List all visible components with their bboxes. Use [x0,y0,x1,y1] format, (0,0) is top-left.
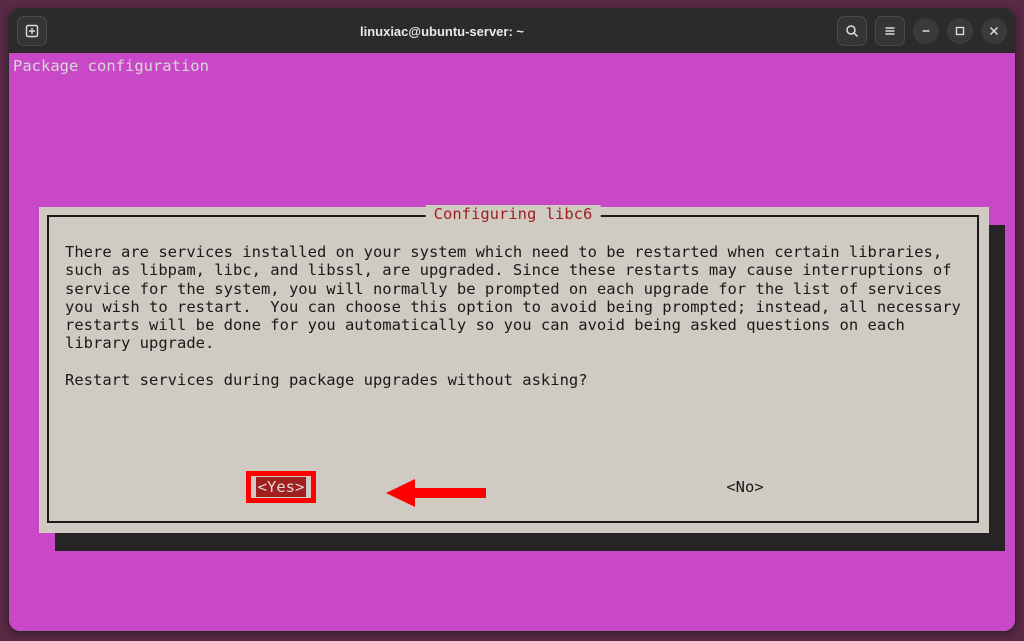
no-button[interactable]: <No> [726,477,763,497]
no-button-label: <No> [726,478,763,496]
dialog-button-row: <Yes> <No> [49,477,977,497]
maximize-button[interactable] [947,18,973,44]
dialog-question: Restart services during package upgrades… [49,359,977,389]
maximize-icon [955,26,965,36]
yes-button[interactable]: <Yes> [256,477,307,497]
new-tab-button[interactable] [17,16,47,46]
terminal-body[interactable]: Package configuration Configuring libc6 … [9,53,1015,631]
menu-button[interactable] [875,16,905,46]
close-button[interactable] [981,18,1007,44]
search-icon [845,24,859,38]
titlebar: linuxiac@ubuntu-server: ~ [9,9,1015,53]
new-tab-icon [25,24,39,38]
window-title: linuxiac@ubuntu-server: ~ [55,24,829,39]
debconf-dialog: Configuring libc6 There are services ins… [39,207,989,533]
package-configuration-header: Package configuration [9,53,1015,79]
terminal-window: linuxiac@ubuntu-server: ~ [8,8,1016,632]
hamburger-icon [883,24,897,38]
search-button[interactable] [837,16,867,46]
minimize-button[interactable] [913,18,939,44]
dialog-border: Configuring libc6 There are services ins… [47,215,979,523]
minimize-icon [921,26,931,36]
close-icon [989,26,999,36]
yes-button-label: <Yes> [258,478,305,496]
dialog-title: Configuring libc6 [426,205,601,223]
dialog-body-text: There are services installed on your sys… [49,217,977,359]
